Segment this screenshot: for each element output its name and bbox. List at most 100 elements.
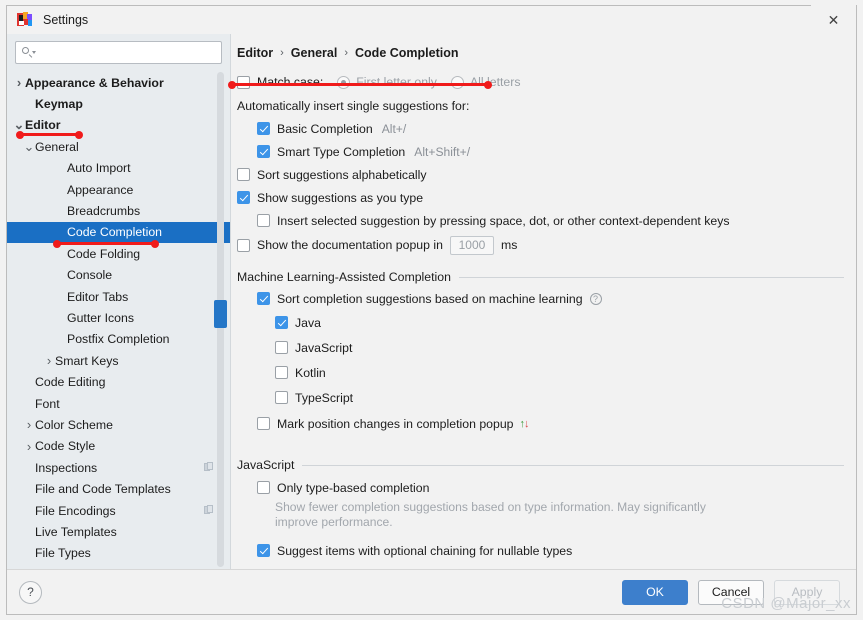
sidebar-item-gutter-icons[interactable]: Gutter Icons	[7, 307, 230, 328]
basic-completion-shortcut: Alt+/	[381, 121, 407, 136]
breadcrumb-separator-icon: ›	[280, 47, 284, 59]
ml-lang-java-label: Java	[295, 315, 321, 330]
only-type-based-description: Show fewer completion suggestions based …	[275, 500, 706, 529]
sidebar-item-label: Console	[67, 268, 113, 283]
mark-position-checkbox[interactable]	[257, 417, 270, 430]
sidebar-item-label: Live Templates	[35, 524, 117, 539]
sidebar-item-smart-keys[interactable]: › Smart Keys	[7, 350, 230, 371]
match-case-checkbox[interactable]	[237, 75, 250, 89]
match-case-row: Match case: First letter only All letter…	[237, 70, 844, 94]
smart-type-completion-checkbox[interactable]	[257, 145, 270, 158]
help-button[interactable]: ?	[19, 580, 42, 604]
search-box[interactable]	[15, 41, 222, 64]
chevron-right-icon[interactable]: ›	[23, 417, 35, 432]
breadcrumb-separator-icon: ›	[344, 47, 349, 59]
doc-popup-row: Show the documentation popup in 1000 ms	[237, 232, 844, 258]
optional-chaining-checkbox[interactable]	[257, 544, 270, 557]
doc-popup-checkbox[interactable]	[237, 238, 250, 252]
sidebar-item-label: Font	[35, 396, 60, 411]
help-circle-icon[interactable]: ?	[589, 292, 602, 305]
search-icon	[22, 46, 36, 59]
copy-icon	[204, 462, 214, 473]
sidebar-item-label: Postfix Completion	[67, 332, 170, 347]
sidebar-item-appearance-behavior[interactable]: › Appearance & Behavior	[7, 72, 230, 93]
all-letters-radio[interactable]	[450, 75, 464, 89]
breadcrumb-part-editor[interactable]: Editor	[237, 46, 273, 60]
smart-type-completion-label: Smart Type Completion	[277, 144, 406, 159]
sidebar-item-color-scheme[interactable]: › Color Scheme	[7, 414, 230, 435]
sidebar-item-general[interactable]: ⌄ General	[7, 136, 230, 157]
sidebar-item-font[interactable]: Font	[7, 393, 230, 414]
sidebar-item-label: Code Style	[35, 439, 96, 454]
chevron-right-icon[interactable]: ›	[13, 75, 25, 90]
annotation-underline-match-case	[228, 80, 492, 89]
sidebar-item-inspections[interactable]: Inspections	[7, 457, 230, 478]
sidebar-item-label: Breadcrumbs	[67, 204, 141, 219]
sidebar-item-label: Appearance	[67, 182, 134, 197]
ml-lang-javascript-checkbox[interactable]	[275, 341, 288, 354]
mark-position-label: Mark position changes in completion popu…	[277, 416, 514, 431]
chevron-down-icon[interactable]: ⌄	[13, 118, 25, 131]
ml-lang-typescript-checkbox[interactable]	[275, 391, 288, 404]
ok-button[interactable]: OK	[622, 579, 688, 605]
only-type-based-label: Only type-based completion	[277, 480, 430, 495]
sidebar-item-label: Code Folding	[67, 246, 141, 261]
settings-options: Match case: First letter only All letter…	[231, 70, 856, 569]
annotation-underline-editor	[16, 130, 83, 139]
chevron-right-icon[interactable]: ›	[23, 439, 35, 454]
sidebar-item-file-types[interactable]: File Types	[7, 543, 230, 564]
sidebar-item-label: Smart Keys	[55, 353, 119, 368]
first-letter-only-radio[interactable]	[337, 75, 351, 89]
sidebar-item-live-templates[interactable]: Live Templates	[7, 521, 230, 542]
insert-selected-checkbox[interactable]	[257, 214, 270, 227]
close-icon[interactable]: ✕	[811, 5, 856, 34]
ml-lang-kotlin-checkbox[interactable]	[275, 366, 288, 379]
doc-popup-delay-input[interactable]: 1000	[449, 235, 494, 255]
sidebar-scrollbar-track[interactable]	[214, 72, 227, 567]
sidebar-item-label: Appearance & Behavior	[25, 75, 164, 90]
sidebar-scrollbar-thumb[interactable]	[214, 300, 227, 328]
sidebar-item-file-encodings[interactable]: File Encodings	[7, 500, 230, 521]
apply-button: Apply	[774, 579, 840, 605]
sort-ml-checkbox[interactable]	[257, 292, 270, 305]
sidebar-item-breadcrumbs[interactable]: Breadcrumbs	[7, 200, 230, 221]
sidebar-item-code-style[interactable]: › Code Style	[7, 436, 230, 457]
sidebar-item-code-completion[interactable]: Code Completion	[7, 221, 230, 244]
sort-arrows-icon: ↑↓	[520, 418, 530, 430]
basic-completion-checkbox[interactable]	[257, 122, 270, 135]
sidebar-item-label: Code Editing	[35, 375, 106, 390]
ml-lang-kotlin-label: Kotlin	[295, 365, 326, 380]
chevron-right-icon[interactable]: ›	[43, 353, 55, 368]
sidebar-item-label: General	[35, 139, 79, 154]
sidebar-item-appearance[interactable]: Appearance	[7, 179, 230, 200]
sidebar-item-auto-import[interactable]: Auto Import	[7, 158, 230, 179]
chevron-down-icon[interactable]: ⌄	[23, 140, 35, 153]
cancel-button[interactable]: Cancel	[698, 579, 764, 605]
sidebar-item-code-editing[interactable]: Code Editing	[7, 371, 230, 392]
section-divider	[302, 464, 844, 466]
sidebar-item-editor-tabs[interactable]: Editor Tabs	[7, 286, 230, 307]
sidebar-item-console[interactable]: Console	[7, 265, 230, 286]
sidebar-item-code-folding[interactable]: Code Folding	[7, 243, 230, 264]
only-type-based-checkbox[interactable]	[257, 481, 270, 494]
sort-alphabetically-checkbox[interactable]	[237, 168, 250, 181]
show-suggestions-row: Show suggestions as you type	[237, 186, 844, 209]
show-suggestions-checkbox[interactable]	[237, 191, 250, 204]
ml-lang-typescript-row: TypeScript	[237, 385, 844, 410]
sidebar-item-keymap[interactable]: Keymap	[7, 93, 230, 114]
ml-lang-java-checkbox[interactable]	[275, 316, 288, 329]
breadcrumb-part-general[interactable]: General	[291, 46, 338, 60]
sort-alphabetically-row: Sort suggestions alphabetically	[237, 163, 844, 186]
search-input[interactable]	[38, 44, 215, 61]
sidebar-item-postfix-completion[interactable]: Postfix Completion	[7, 329, 230, 350]
js-section-title: JavaScript	[237, 458, 295, 472]
sort-ml-label: Sort completion suggestions based on mac…	[277, 291, 583, 306]
sidebar-item-file-and-code-templates[interactable]: File and Code Templates	[7, 478, 230, 499]
